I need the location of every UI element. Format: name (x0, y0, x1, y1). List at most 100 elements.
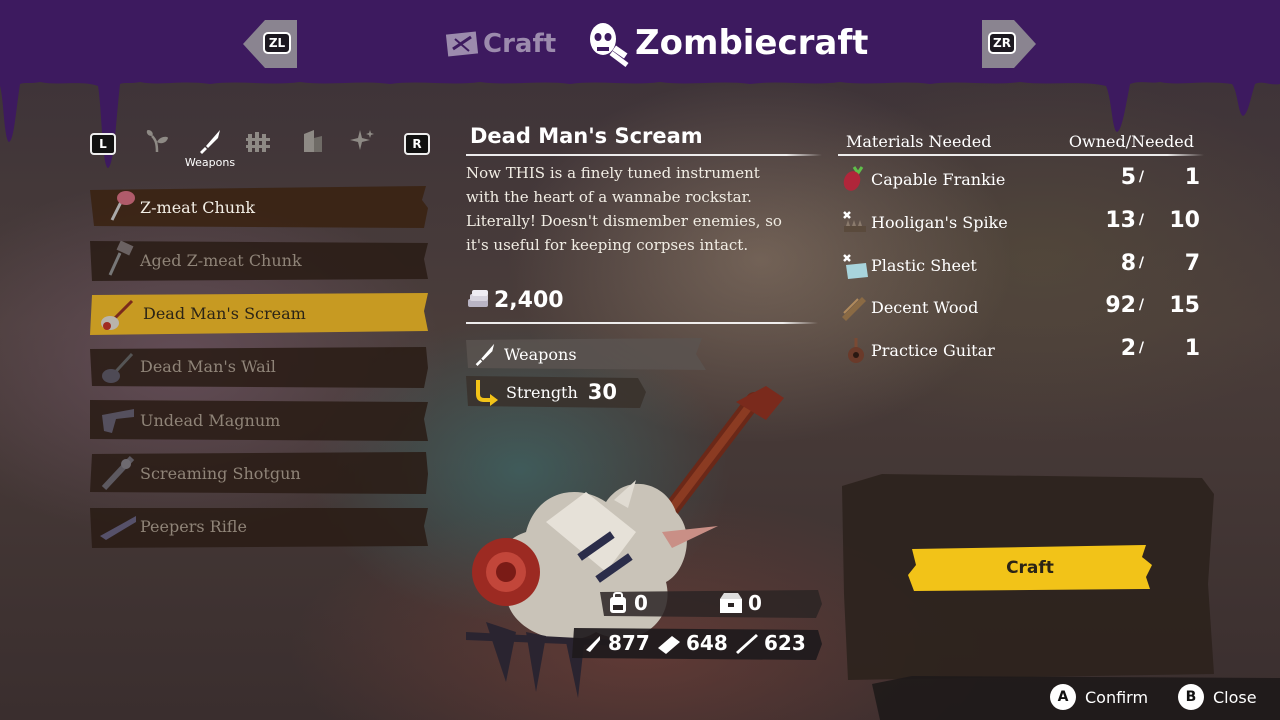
material-needed: 10 (1169, 207, 1200, 233)
tab-zombiecraft[interactable]: Zombiecraft (585, 18, 868, 68)
a-button-icon: A (1050, 684, 1076, 710)
tag-bg (466, 338, 706, 370)
r-button[interactable]: R (404, 133, 430, 155)
slash: / (1138, 340, 1144, 357)
sheet-icon (843, 253, 868, 279)
recipe-name: Dead Man's Scream (143, 304, 306, 324)
recipe-item[interactable]: Screaming Shotgun (90, 452, 430, 495)
storage-box-icon (720, 593, 742, 613)
tab-craft-label: Craft (483, 29, 557, 59)
materials-header-name: Materials Needed (846, 132, 992, 151)
material-owned: 92 (1105, 293, 1136, 319)
material-needed: 1 (1184, 165, 1200, 190)
craft-button-label: Craft (1006, 558, 1054, 578)
category-bar: L Weapons R (88, 124, 438, 172)
slash: / (1138, 254, 1144, 271)
divider (466, 322, 818, 324)
material-needed: 7 (1184, 250, 1200, 276)
close-label: Close (1213, 687, 1257, 707)
l-button[interactable]: L (90, 133, 116, 155)
building-icon[interactable] (300, 128, 326, 154)
tab-zombiecraft-label: Zombiecraft (635, 23, 869, 63)
materials-header-count: Owned/Needed (1068, 132, 1194, 151)
next-tab-button[interactable]: ZR (982, 20, 1036, 68)
material-row: Hooligan's Spike 13 / 10 (838, 203, 1204, 246)
description-line: it's useful for keeping corpses intact. (466, 236, 749, 254)
recipe-item[interactable]: Undead Magnum (90, 399, 430, 442)
category-tag: Weapons (466, 338, 706, 370)
bullet-icon (586, 636, 600, 652)
zl-badge: ZL (263, 32, 291, 54)
detail-panel: Dead Man's Scream Now THIS is a finely t… (466, 124, 822, 408)
recipe-item[interactable]: Dead Man's Wail (90, 346, 430, 388)
ammo-stat: 623 (734, 631, 806, 655)
recipe-item[interactable]: Peepers Rifle (90, 506, 430, 548)
material-row: Capable Frankie 5 / 1 (838, 160, 1204, 203)
guitar-thumb-icon (101, 299, 134, 330)
item-title: Dead Man's Scream (470, 124, 703, 148)
stored-stat: 0 (718, 591, 762, 615)
rifle-icon (100, 515, 136, 540)
ammo-stats: 877 648 623 (572, 628, 822, 660)
slash: / (1138, 169, 1144, 185)
shotgun-icon (101, 456, 135, 491)
item-description: Now THIS is a finely tuned instrument wi… (466, 161, 816, 257)
craft-tools-icon (445, 31, 479, 57)
b-button-icon: B (1178, 684, 1204, 710)
recipe-item[interactable]: Aged Z-meat Chunk (90, 239, 430, 282)
fence-icon[interactable] (246, 128, 272, 154)
ammo-stat: 877 (582, 631, 650, 655)
recipe-name: Undead Magnum (140, 410, 281, 430)
price-value: 2,400 (494, 287, 564, 313)
materials-header: Materials Needed Owned/Needed (838, 128, 1204, 156)
prev-tab-button[interactable]: ZL (243, 20, 297, 68)
backpack-icon (610, 592, 626, 613)
material-row: Plastic Sheet 8 / 7 (838, 246, 1204, 289)
material-name: Capable Frankie (871, 170, 1006, 189)
confirm-label: Confirm (1085, 687, 1149, 707)
material-owned: 2 (1120, 336, 1136, 362)
material-owned: 5 (1120, 165, 1136, 190)
recipe-name: Dead Man's Wail (140, 357, 276, 377)
material-name: Hooligan's Spike (871, 212, 1008, 232)
material-owned: 13 (1105, 207, 1136, 233)
sprout-icon[interactable] (144, 128, 170, 154)
tab-craft[interactable]: Craft (445, 24, 556, 64)
materials-table: Materials Needed Owned/Needed Capable Fr… (838, 128, 1204, 374)
material-name: Practice Guitar (871, 341, 995, 361)
close-hint[interactable]: B Close (1178, 684, 1257, 710)
recipe-item-selected[interactable]: Dead Man's Scream (90, 292, 430, 335)
material-name: Decent Wood (871, 298, 979, 318)
material-name: Plastic Sheet (871, 255, 977, 275)
recipe-name: Z-meat Chunk (140, 197, 256, 217)
zombie-head-icon (590, 23, 629, 67)
knife-icon[interactable] (196, 128, 222, 154)
slash: / (1138, 211, 1144, 228)
sparkle-icon[interactable] (350, 128, 376, 154)
recipe-name: Aged Z-meat Chunk (140, 250, 302, 270)
guitar-dark-icon (102, 352, 134, 383)
carried-count: 0 (634, 591, 648, 615)
confirm-hint[interactable]: A Confirm (1050, 684, 1148, 710)
zr-badge: ZR (988, 32, 1016, 54)
recipe-name: Screaming Shotgun (140, 463, 301, 483)
recipe-item[interactable]: Z-meat Chunk (90, 186, 430, 228)
category-tag-label: Weapons (504, 344, 577, 364)
material-row: Decent Wood 92 / 15 (838, 288, 1204, 331)
currency-icon (468, 290, 488, 307)
description-line: Literally! Doesn't dismember enemies, so (466, 212, 782, 230)
carried-stat: 0 (606, 591, 648, 615)
material-needed: 15 (1169, 293, 1200, 319)
description-line: with the heart of a wannabe rockstar. (466, 188, 752, 206)
craft-button[interactable]: Craft (908, 545, 1152, 591)
divider (466, 154, 822, 156)
knife-icon (475, 343, 495, 366)
description-line: Now THIS is a finely tuned instrument (466, 164, 760, 182)
ammo-count: 648 (686, 631, 728, 655)
divider (838, 154, 1204, 156)
material-row: Practice Guitar 2 / 1 (838, 331, 1204, 374)
ammo-count: 877 (608, 631, 650, 655)
stored-count: 0 (748, 591, 762, 615)
ammo-count: 623 (764, 631, 806, 655)
guitar-icon (848, 338, 864, 364)
